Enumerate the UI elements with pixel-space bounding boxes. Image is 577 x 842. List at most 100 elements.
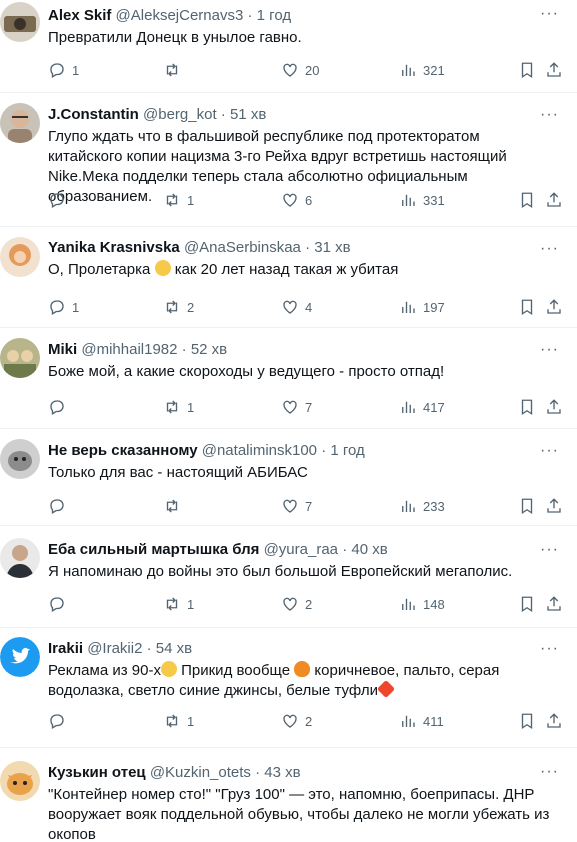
avatar[interactable] [0, 538, 40, 578]
heart-icon [283, 193, 297, 207]
retweet-button[interactable]: 1 [163, 594, 194, 614]
like-button[interactable]: 2 [281, 594, 312, 614]
views-button[interactable]: 411 [399, 711, 444, 731]
avatar[interactable] [0, 237, 40, 277]
timestamp[interactable]: 54 хв [156, 640, 192, 657]
retweet-count: 1 [187, 596, 195, 612]
bookmark-button[interactable] [518, 190, 536, 210]
share-icon [547, 192, 561, 207]
tweet[interactable]: ··· Irakii @Irakii2 · 54 хв Реклама из 9… [0, 628, 577, 748]
timestamp[interactable]: 1 год [257, 7, 291, 24]
reply-button[interactable] [48, 594, 72, 614]
display-name[interactable]: Не верь сказанному [48, 442, 198, 459]
share-icon [547, 596, 561, 611]
views-button[interactable]: 321 [399, 60, 445, 80]
retweet-button[interactable]: 1 [163, 397, 194, 417]
tweet-header: Не верь сказанному @nataliminsk100 · 1 г… [48, 441, 557, 461]
views-button[interactable]: 417 [399, 397, 445, 417]
tweet[interactable]: ··· J.Constantin @berg_kot · 51 хв Глупо… [0, 93, 577, 227]
bookmark-button[interactable] [518, 594, 536, 614]
share-button[interactable] [545, 496, 563, 516]
share-button[interactable] [545, 594, 563, 614]
timestamp[interactable]: 52 хв [191, 341, 227, 358]
avatar[interactable] [0, 637, 40, 677]
display-name[interactable]: Irakii [48, 640, 83, 657]
like-count: 7 [305, 498, 313, 514]
view-count: 331 [423, 192, 445, 208]
avatar[interactable] [0, 439, 40, 479]
timestamp[interactable]: 43 хв [264, 764, 300, 781]
bookmark-button[interactable] [518, 711, 536, 731]
bookmark-icon [521, 596, 533, 613]
bookmark-button[interactable] [518, 297, 536, 317]
reply-button[interactable] [48, 496, 72, 516]
like-button[interactable]: 6 [281, 190, 312, 210]
tweet-header: Yanika Krasnivska @AnaSerbinskaa · 31 хв [48, 238, 557, 258]
reply-button[interactable] [48, 711, 72, 731]
retweet-button[interactable]: 2 [163, 297, 194, 317]
retweet-button[interactable]: 1 [163, 711, 194, 731]
share-button[interactable] [545, 297, 563, 317]
tweet-text: "Контейнер номер сто!" "Груз 100" — это,… [48, 786, 554, 842]
tweet[interactable]: ··· Yanika Krasnivska @AnaSerbinskaa · 3… [0, 227, 577, 328]
fire-emoji-icon [294, 661, 311, 677]
display-name[interactable]: J.Constantin [48, 106, 139, 123]
view-count: 321 [423, 62, 445, 78]
like-button[interactable]: 7 [281, 496, 312, 516]
user-handle[interactable]: @berg_kot [143, 106, 217, 123]
bookmark-button[interactable] [518, 397, 536, 417]
bookmark-icon [521, 498, 533, 515]
user-handle[interactable]: @Kuzkin_otets [150, 764, 251, 781]
share-button[interactable] [545, 711, 563, 731]
avatar[interactable] [0, 338, 40, 378]
views-button[interactable]: 148 [399, 594, 445, 614]
like-button[interactable]: 4 [281, 297, 312, 317]
timestamp[interactable]: 40 хв [351, 541, 387, 558]
tweet[interactable]: ··· Не верь сказанному @nataliminsk100 ·… [0, 429, 577, 526]
share-button[interactable] [545, 190, 563, 210]
like-button[interactable]: 7 [281, 397, 312, 417]
timestamp[interactable]: 1 год [330, 442, 364, 459]
display-name[interactable]: Miki [48, 341, 77, 358]
user-handle[interactable]: @mihhail1982 [81, 341, 177, 358]
timestamp[interactable]: 31 хв [314, 239, 350, 256]
retweet-button[interactable] [163, 496, 187, 516]
reply-button[interactable]: 1 [48, 297, 79, 317]
tweet-header: Irakii @Irakii2 · 54 хв [48, 639, 557, 659]
user-handle[interactable]: @AleksejCernavs3 [116, 7, 244, 24]
tweet[interactable]: ··· Кузькин отец @Kuzkin_otets · 43 хв "… [0, 748, 577, 842]
reply-button[interactable] [48, 190, 72, 210]
like-button[interactable]: 2 [281, 711, 312, 731]
user-handle[interactable]: @Irakii2 [87, 640, 142, 657]
retweet-button[interactable]: 1 [163, 190, 194, 210]
bookmark-button[interactable] [518, 60, 536, 80]
tweet[interactable]: ··· Alex Skif @AleksejCernavs3 · 1 год П… [0, 0, 577, 93]
heart-icon [283, 714, 297, 728]
bookmark-button[interactable] [518, 496, 536, 516]
timestamp[interactable]: 51 хв [230, 106, 266, 123]
display-name[interactable]: Еба сильный мартышка бля [48, 541, 259, 558]
share-button[interactable] [545, 397, 563, 417]
user-handle[interactable]: @yura_raa [264, 541, 338, 558]
display-name[interactable]: Yanika Krasnivska [48, 239, 180, 256]
views-button[interactable]: 197 [399, 297, 445, 317]
views-button[interactable]: 233 [399, 496, 445, 516]
retweet-button[interactable] [163, 60, 187, 80]
avatar[interactable] [0, 103, 40, 143]
retweet-icon [166, 63, 178, 77]
reply-button[interactable]: 1 [48, 60, 79, 80]
user-handle[interactable]: @AnaSerbinskaa [184, 239, 301, 256]
share-button[interactable] [545, 60, 563, 80]
reply-button[interactable] [48, 397, 72, 417]
display-name[interactable]: Alex Skif [48, 7, 111, 24]
tweet[interactable]: ··· Miki @mihhail1982 · 52 хв Боже мой, … [0, 328, 577, 429]
user-handle[interactable]: @nataliminsk100 [202, 442, 317, 459]
like-button[interactable]: 20 [281, 60, 319, 80]
tweet[interactable]: ··· Еба сильный мартышка бля @yura_raa ·… [0, 526, 577, 628]
views-button[interactable]: 331 [399, 190, 445, 210]
avatar[interactable] [0, 761, 40, 801]
text-part: Прикид вообще [176, 662, 295, 679]
avatar[interactable] [0, 2, 40, 42]
text-part: Реклама из 90-х [48, 662, 161, 679]
display-name[interactable]: Кузькин отец [48, 764, 146, 781]
